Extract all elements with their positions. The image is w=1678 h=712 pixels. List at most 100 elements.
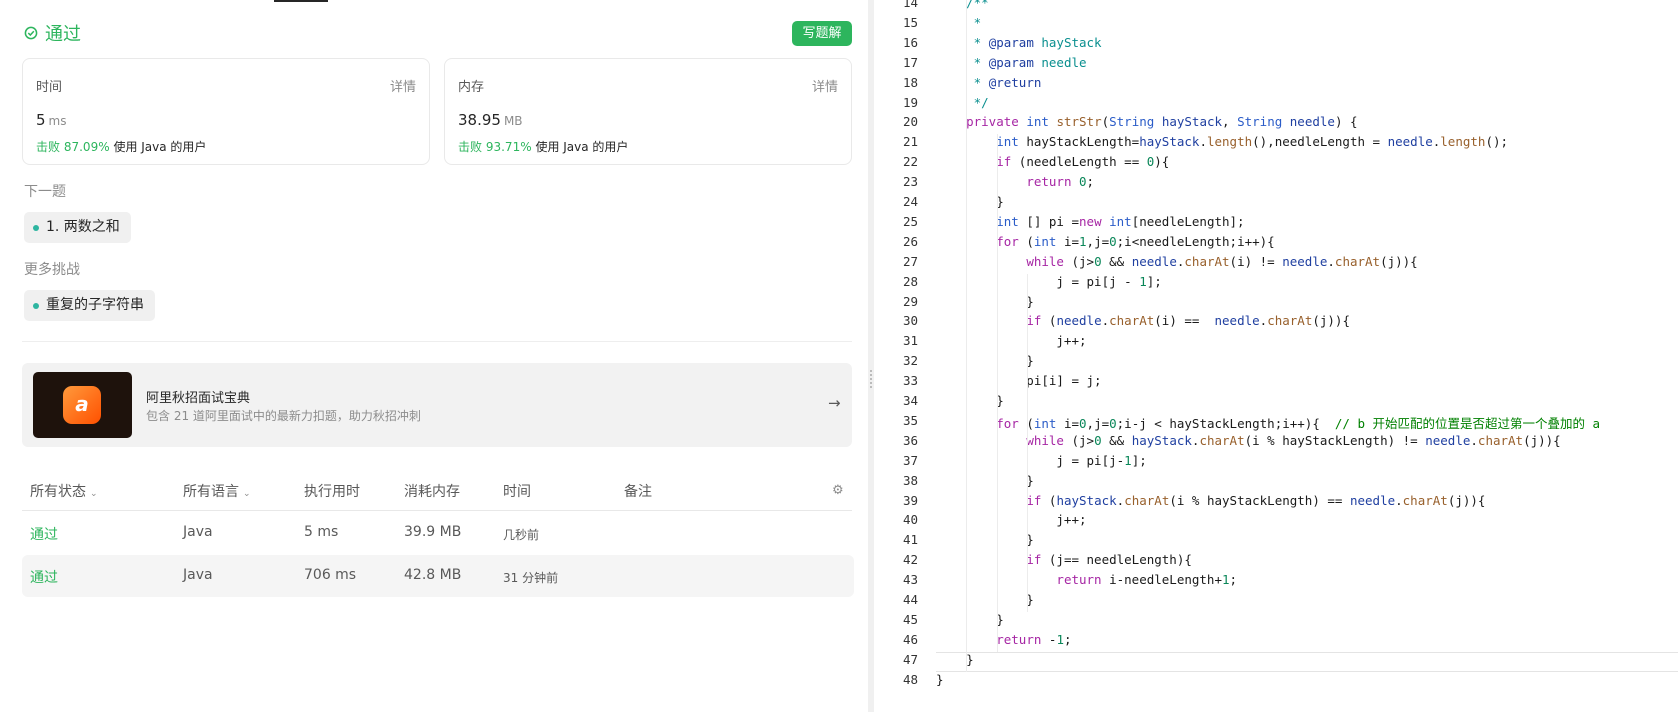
drag-handle-icon[interactable] <box>870 370 872 388</box>
line-number: 39 <box>902 492 918 508</box>
line-number: 46 <box>902 631 918 647</box>
language-filter[interactable]: 所有语言 ⌄ <box>183 481 251 501</box>
table-row[interactable]: 通过 Java 5 ms 39.9 MB 几秒前 <box>22 512 854 554</box>
code-line[interactable]: } <box>936 473 1034 488</box>
indent-guide <box>1027 273 1029 612</box>
banner-description: 包含 21 道阿里面试中的最新力扣题，助力秋招冲刺 <box>146 409 421 423</box>
code-line[interactable]: } <box>936 672 944 687</box>
code-line[interactable]: * <box>936 15 982 30</box>
memory-detail-link[interactable]: 详情 <box>812 76 838 95</box>
code-line[interactable]: } <box>936 194 1004 209</box>
submission-status: 通过 <box>24 20 81 46</box>
code-line[interactable]: private int strStr(String hayStack, Stri… <box>936 114 1357 129</box>
code-line[interactable]: for (int i=1,j=0;i<needleLength;i++){ <box>936 234 1274 249</box>
gear-icon[interactable]: ⚙ <box>832 483 844 498</box>
current-line-highlight <box>936 651 1678 672</box>
code-line[interactable]: } <box>936 353 1034 368</box>
runtime-detail-link[interactable]: 详情 <box>390 76 416 95</box>
table-row[interactable]: 通过 Java 706 ms 42.8 MB 31 分钟前 <box>22 555 854 597</box>
code-line[interactable]: j = pi[j - 1]; <box>936 274 1161 289</box>
code-line[interactable]: if (hayStack.charAt(i % hayStackLength) … <box>936 493 1485 508</box>
code-line[interactable]: int [] pi =new int[needleLength]; <box>936 214 1244 229</box>
arrow-right-icon[interactable]: → <box>828 394 841 412</box>
code-line[interactable]: while (j>0 && needle.charAt(i) != needle… <box>936 254 1417 269</box>
row-language: Java <box>183 524 213 540</box>
line-number: 45 <box>902 611 918 627</box>
code-line[interactable]: if (needle.charAt(i) == needle.charAt(j)… <box>936 313 1350 328</box>
active-tab-indicator <box>274 0 328 2</box>
line-number: 15 <box>902 14 918 30</box>
code-line[interactable]: } <box>936 532 1034 547</box>
notes-header: 备注 <box>624 484 652 500</box>
row-runtime: 5 ms <box>304 524 339 540</box>
code-line[interactable]: if (j== needleLength){ <box>936 552 1192 567</box>
code-line[interactable]: * @return <box>936 75 1042 90</box>
more-challenge-chip[interactable]: 重复的子字符串 <box>24 290 155 321</box>
code-line[interactable]: j = pi[j-1]; <box>936 453 1146 468</box>
memory-label: 内存 <box>458 80 485 95</box>
line-number: 42 <box>902 552 918 568</box>
line-number: 33 <box>902 373 918 389</box>
row-status[interactable]: 通过 <box>30 524 58 544</box>
line-number: 23 <box>902 174 918 190</box>
code-line[interactable]: */ <box>936 95 989 110</box>
line-number: 31 <box>902 333 918 349</box>
memory-header: 消耗内存 <box>404 484 460 500</box>
code-line[interactable]: } <box>936 592 1034 607</box>
line-number: 22 <box>902 154 918 170</box>
row-memory: 42.8 MB <box>404 567 462 583</box>
row-runtime: 706 ms <box>304 567 357 583</box>
row-memory: 39.9 MB <box>404 524 462 540</box>
code-line[interactable]: for (int i=0,j=0;i-j < hayStackLength;i+… <box>936 413 1600 432</box>
check-circle-icon <box>24 26 38 40</box>
line-number: 40 <box>902 512 918 528</box>
line-number: 18 <box>902 74 918 90</box>
runtime-card: 时间 详情 5 ms 击败 87.09% 使用 Java 的用户 <box>22 58 430 165</box>
promo-banner[interactable]: a 阿里秋招面试宝典 包含 21 道阿里面试中的最新力扣题，助力秋招冲刺 → <box>22 363 852 447</box>
code-line[interactable]: pi[i] = j; <box>936 373 1101 388</box>
next-problem-chip[interactable]: 1. 两数之和 <box>24 212 131 243</box>
code-line[interactable]: while (j>0 && hayStack.charAt(i % haySta… <box>936 433 1560 448</box>
code-line[interactable]: if (needleLength == 0){ <box>936 154 1169 169</box>
row-time: 几秒前 <box>503 528 540 542</box>
code-line[interactable]: return -1; <box>936 632 1071 647</box>
code-line[interactable]: * @param needle <box>936 55 1087 70</box>
line-number: 34 <box>902 393 918 408</box>
write-solution-button[interactable]: 写题解 <box>792 21 852 46</box>
code-line[interactable]: } <box>936 393 1004 408</box>
indent-guide <box>966 0 968 672</box>
memory-unit: MB <box>503 114 523 128</box>
line-number: 24 <box>902 194 918 209</box>
code-line[interactable]: return 0; <box>936 174 1094 189</box>
line-number: 27 <box>902 253 918 269</box>
line-number: 35 <box>902 412 918 428</box>
banner-title: 阿里秋招面试宝典 <box>146 391 251 406</box>
line-number: 30 <box>902 313 918 329</box>
code-editor[interactable]: 14 /** 15 * 16 * @param hayStack 17 * @para… <box>874 0 1678 712</box>
status-filter[interactable]: 所有状态 ⌄ <box>30 481 98 501</box>
code-line[interactable]: } <box>936 294 1034 309</box>
chevron-down-icon: ⌄ <box>243 489 251 499</box>
more-challenge-title: 重复的子字符串 <box>46 297 144 313</box>
code-line[interactable]: * @param hayStack <box>936 35 1102 50</box>
row-status[interactable]: 通过 <box>30 567 58 587</box>
difficulty-dot <box>33 303 39 309</box>
line-number: 29 <box>902 293 918 309</box>
code-line[interactable]: j++; <box>936 512 1086 527</box>
line-number: 21 <box>902 134 918 150</box>
line-number: 16 <box>902 34 918 50</box>
line-number: 25 <box>902 213 918 229</box>
runtime-unit: ms <box>48 114 67 128</box>
chevron-down-icon: ⌄ <box>90 489 98 499</box>
status-label: 通过 <box>45 24 81 45</box>
difficulty-dot <box>33 225 39 231</box>
memory-beats: 击败 93.71% 使用 Java 的用户 <box>458 140 629 154</box>
code-line[interactable]: int hayStackLength=hayStack.length(),nee… <box>936 134 1508 149</box>
memory-card: 内存 详情 38.95 MB 击败 93.71% 使用 Java 的用户 <box>444 58 852 165</box>
code-line[interactable]: } <box>936 612 1004 627</box>
code-line[interactable]: } <box>936 652 974 667</box>
code-line[interactable]: return i-needleLength+1; <box>936 572 1237 587</box>
code-line[interactable]: j++; <box>936 333 1086 348</box>
line-number: 43 <box>902 572 918 588</box>
code-line[interactable]: /** <box>936 0 989 10</box>
